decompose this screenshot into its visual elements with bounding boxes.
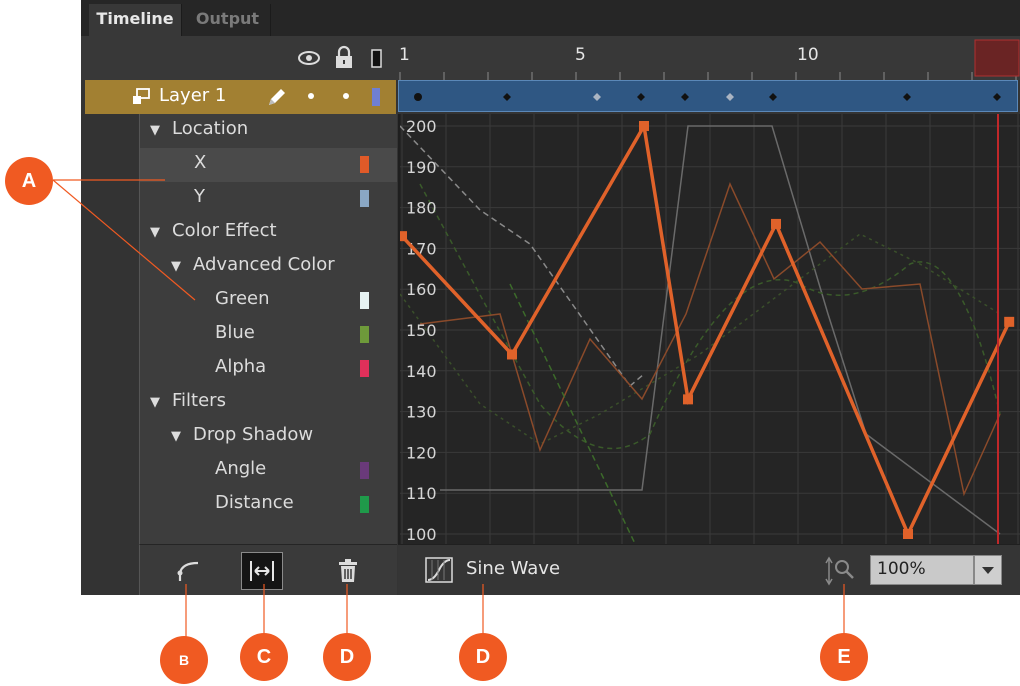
tree-row-label: Location [172, 118, 249, 139]
tree-row-drop-shadow[interactable]: ▼ Drop Shadow [140, 420, 397, 454]
keyframe-handle[interactable] [1004, 316, 1015, 327]
pencil-icon[interactable] [265, 85, 289, 113]
visibility-dot[interactable] [308, 93, 314, 99]
tree-row-y[interactable]: Y [140, 182, 397, 216]
property-color-swatch [360, 496, 369, 513]
fit-view-icon [250, 561, 274, 581]
tree-row-label: X [194, 152, 207, 173]
tree-row-label: Advanced Color [193, 254, 335, 275]
chevron-down-icon [982, 567, 994, 574]
keyframe-strip[interactable] [398, 80, 1018, 112]
y-tick-label: 180 [406, 199, 437, 218]
y-tick-label: 150 [406, 321, 437, 340]
tree-row-alpha[interactable]: Alpha [140, 352, 397, 386]
ease-preset-label[interactable]: Sine Wave [466, 558, 560, 579]
tree-row-label: Y [194, 186, 205, 207]
tree-row-filters[interactable]: ▼ Filters [140, 386, 397, 420]
y-tick-label: 120 [406, 443, 437, 462]
expand-triangle-icon[interactable]: ▼ [171, 429, 181, 444]
layer-row[interactable]: Layer 1 [85, 80, 396, 114]
tree-row-color-effect[interactable]: ▼ Color Effect [140, 216, 397, 250]
tree-row-label: Filters [172, 390, 226, 411]
outline-icon[interactable] [365, 44, 389, 72]
tree-row-x[interactable]: X [140, 148, 397, 182]
graph-area[interactable]: 200 190 180 170 160 150 140 130 120 110 100 [397, 114, 1020, 555]
keyframe-handle[interactable] [507, 349, 517, 360]
vertical-zoom-icon[interactable] [825, 555, 857, 591]
y-tick-label: 190 [406, 158, 437, 177]
layer-icon [131, 86, 153, 112]
fit-view-button[interactable] [241, 552, 283, 590]
expand-triangle-icon[interactable]: ▼ [150, 123, 160, 138]
callout-a: A [5, 157, 53, 205]
trash-icon[interactable] [336, 558, 360, 588]
callout-c: C [240, 633, 288, 681]
zoom-input[interactable]: 100% [870, 555, 974, 585]
tree-row-angle[interactable]: Angle [140, 454, 397, 488]
keyframe-markers [414, 93, 1001, 101]
expand-triangle-icon[interactable]: ▼ [150, 225, 160, 240]
add-ease-icon[interactable] [174, 557, 202, 589]
tab-output[interactable]: Output [185, 4, 271, 36]
keyframe-handle[interactable] [903, 529, 913, 539]
property-color-swatch [360, 292, 369, 309]
timeline-header: 1 5 10 [81, 36, 1020, 80]
tree-row-label: Distance [215, 492, 294, 513]
tree-row-label: Blue [215, 322, 255, 343]
graph-canvas[interactable]: 200190180170160150140130120110100 [397, 114, 1020, 555]
y-tick-label: 130 [406, 403, 437, 422]
expand-triangle-icon[interactable]: ▼ [150, 395, 160, 410]
y-tick-label: 160 [406, 280, 437, 299]
keyframe-handle[interactable] [397, 231, 407, 242]
graph-footer: Sine Wave 100% [398, 544, 1020, 595]
callout-b: B [160, 636, 208, 684]
property-color-swatch [360, 326, 369, 343]
tab-timeline[interactable]: Timeline [89, 4, 182, 36]
property-color-swatch [360, 156, 369, 173]
keyframe-handle[interactable] [683, 394, 693, 405]
ease-curve-icon[interactable] [424, 555, 454, 589]
property-color-swatch [360, 360, 369, 377]
tree-row-blue[interactable]: Blue [140, 318, 397, 352]
y-tick-label: 140 [406, 362, 437, 381]
tree-row-label: Angle [215, 458, 267, 479]
y-tick-label: 100 [406, 525, 437, 544]
callout-e: E [820, 633, 868, 681]
tree-row-advanced-color[interactable]: ▼ Advanced Color [140, 250, 397, 284]
property-color-swatch [360, 190, 369, 207]
tree-row-label: Alpha [215, 356, 267, 377]
property-color-swatch [360, 462, 369, 479]
playhead-marker [974, 39, 1020, 77]
y-tick-label: 200 [406, 117, 437, 136]
tree-row-distance[interactable]: Distance [140, 488, 397, 522]
tree-row-green[interactable]: Green [140, 284, 397, 318]
zoom-value: 100% [877, 559, 926, 579]
tree-row-label: Drop Shadow [193, 424, 314, 445]
expand-triangle-icon[interactable]: ▼ [171, 259, 181, 274]
y-tick-label: 110 [406, 484, 437, 503]
y-axis-labels: 200190180170160150140130120110100 [406, 117, 437, 544]
tree-footer [139, 544, 397, 595]
tree-row-location[interactable]: ▼ Location [140, 114, 397, 148]
callout-d-right: D [459, 633, 507, 681]
callout-d-left: D [323, 633, 371, 681]
zoom-dropdown-button[interactable] [974, 555, 1002, 585]
left-gutter [81, 114, 138, 595]
timeline-panel: Timeline Output 1 5 10 Layer 1 ▼ Locatio… [81, 0, 1020, 595]
frame-ruler[interactable] [398, 36, 1020, 80]
tree-row-label: Color Effect [172, 220, 277, 241]
lock-dot[interactable] [343, 93, 349, 99]
lock-icon[interactable] [332, 44, 356, 72]
tab-bar: Timeline Output [81, 0, 1020, 36]
eye-icon[interactable] [297, 44, 321, 72]
property-tree: ▼ Location X Y ▼ Color Effect ▼ Advanced… [139, 114, 397, 544]
keyframe-handle[interactable] [639, 121, 649, 131]
layer-name: Layer 1 [159, 85, 227, 106]
keyframe-handle[interactable] [771, 218, 781, 229]
layer-color-swatch[interactable] [372, 88, 380, 106]
tree-row-label: Green [215, 288, 270, 309]
